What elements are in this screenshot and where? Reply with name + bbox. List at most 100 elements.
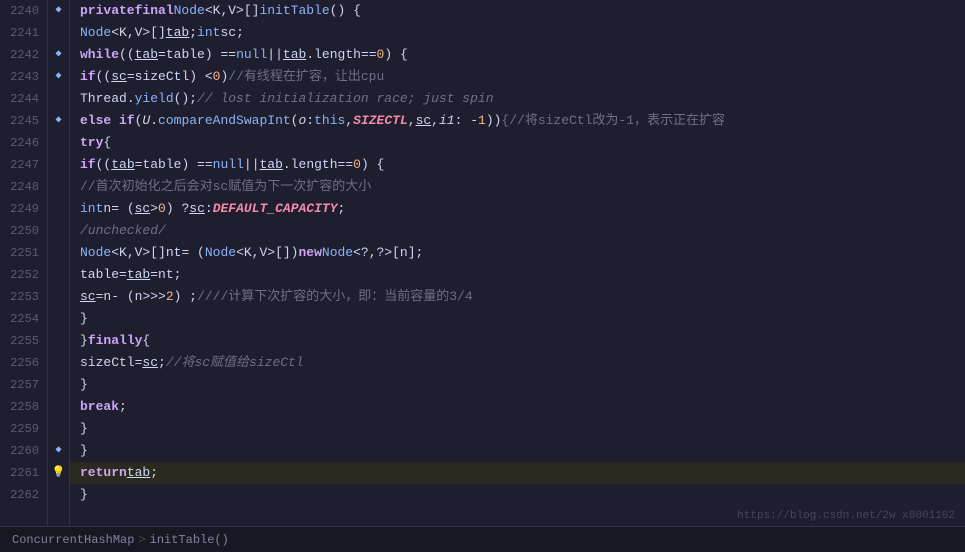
- gutter-cell: [48, 484, 69, 506]
- line-number: 2242: [4, 44, 39, 66]
- gutter-cell: [48, 352, 69, 374]
- token: new: [298, 242, 321, 264]
- token: n: [103, 286, 111, 308]
- bookmark-icon[interactable]: ◆: [48, 66, 69, 88]
- token: .: [127, 88, 135, 110]
- token: }: [80, 374, 88, 396]
- token: 1: [478, 110, 486, 132]
- code-line: }: [70, 374, 965, 396]
- token: =: [127, 66, 135, 88]
- token: while: [80, 44, 119, 66]
- gutter-cell: [48, 242, 69, 264]
- bookmark-icon[interactable]: ◆: [48, 110, 69, 132]
- token: }: [80, 484, 88, 506]
- line-number: 2245: [4, 110, 39, 132]
- line-number: 2254: [4, 308, 39, 330]
- token: }: [80, 418, 88, 440]
- gutter: ◆◆◆◆◆💡: [48, 0, 70, 526]
- token: sc: [80, 286, 96, 308]
- token: ||: [267, 44, 283, 66]
- token: - (: [111, 286, 134, 308]
- token: ;: [189, 22, 197, 44]
- token: ) ==: [205, 44, 236, 66]
- token: DEFAULT_CAPACITY: [213, 198, 338, 220]
- status-bar: ConcurrentHashMap > initTable(): [0, 526, 965, 552]
- token: 2: [166, 286, 174, 308]
- line-number: 2257: [4, 374, 39, 396]
- code-line: Thread.yield(); // lost initialization r…: [70, 88, 965, 110]
- breadcrumb-sep: >: [138, 533, 145, 547]
- gutter-cell: [48, 176, 69, 198]
- token: =: [119, 264, 127, 286]
- token: ;: [150, 462, 158, 484]
- token: int: [80, 198, 103, 220]
- code-line: //首次初始化之后会对sc赋值为下一次扩容的大小: [70, 176, 965, 198]
- token: try: [80, 132, 103, 154]
- token: nt: [158, 264, 174, 286]
- line-number: 2256: [4, 352, 39, 374]
- token: 0: [353, 154, 361, 176]
- token: ;: [158, 352, 166, 374]
- line-number: 2246: [4, 132, 39, 154]
- code-line: try {: [70, 132, 965, 154]
- token: ||: [244, 154, 260, 176]
- token: n: [135, 286, 143, 308]
- token: tab: [127, 264, 150, 286]
- token: :: [306, 110, 314, 132]
- token: {: [142, 330, 150, 352]
- token: {: [103, 132, 111, 154]
- bulb-icon[interactable]: 💡: [48, 462, 69, 484]
- token: finally: [88, 330, 143, 352]
- code-line: table = tab = nt;: [70, 264, 965, 286]
- token: (: [135, 110, 143, 132]
- token: Node: [80, 22, 111, 44]
- token: tab: [111, 154, 134, 176]
- breadcrumb-method: initTable(): [150, 533, 229, 547]
- token: >>>: [142, 286, 165, 308]
- line-number: 2248: [4, 176, 39, 198]
- bookmark-icon[interactable]: ◆: [48, 440, 69, 462]
- code-lines: private final Node<K,V>[] initTable() { …: [70, 0, 965, 526]
- line-number: 2251: [4, 242, 39, 264]
- token: Thread: [80, 88, 127, 110]
- breadcrumb: ConcurrentHashMap > initTable(): [12, 533, 229, 547]
- token: .: [283, 154, 291, 176]
- code-line: }: [70, 440, 965, 462]
- line-number: 2250: [4, 220, 39, 242]
- code-line: }: [70, 418, 965, 440]
- token: sc: [189, 198, 205, 220]
- gutter-cell: [48, 198, 69, 220]
- token: // lost initialization race; just spin: [197, 88, 493, 110]
- token: =: [158, 44, 166, 66]
- token: ) ==: [181, 154, 212, 176]
- token: U: [142, 110, 150, 132]
- token: Node: [322, 242, 353, 264]
- line-number: 2249: [4, 198, 39, 220]
- token: () {: [330, 0, 361, 22]
- line-number: 2243: [4, 66, 39, 88]
- token: Node: [80, 242, 111, 264]
- token: .: [150, 110, 158, 132]
- token: SIZECTL: [353, 110, 408, 132]
- code-line: } finally {: [70, 330, 965, 352]
- line-number: 2240: [4, 0, 39, 22]
- gutter-cell: [48, 154, 69, 176]
- token: }: [80, 308, 88, 330]
- bookmark-icon[interactable]: ◆: [48, 44, 69, 66]
- token: ////计算下次扩容的大小，即：当前容量的3/4: [197, 286, 473, 308]
- token: break: [80, 396, 119, 418]
- token: Node: [205, 242, 236, 264]
- token: ((: [96, 154, 112, 176]
- token: if: [80, 66, 96, 88]
- token: ((: [119, 44, 135, 66]
- bookmark-icon[interactable]: ◆: [48, 0, 69, 22]
- code-line: return tab;: [70, 462, 965, 484]
- token: else if: [80, 110, 135, 132]
- gutter-cell: [48, 418, 69, 440]
- token: ) {: [384, 44, 407, 66]
- line-number: 2258: [4, 396, 39, 418]
- token: }: [80, 330, 88, 352]
- token: sizeCtl: [80, 352, 135, 374]
- token: tab: [260, 154, 283, 176]
- token: table: [166, 44, 205, 66]
